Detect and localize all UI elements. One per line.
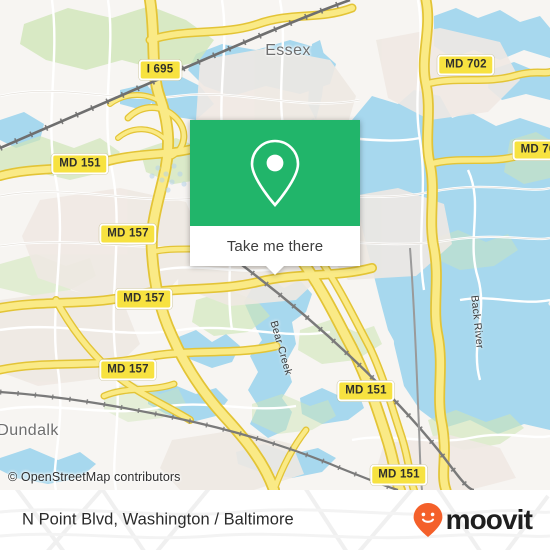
location-title: N Point Blvd, Washington / Baltimore [22,510,294,529]
place-label-dundalk: Dundalk [0,422,59,439]
road-shield-md70-clipped: MD 70 [512,139,550,161]
moovit-wordmark: moovit [445,504,533,535]
map-pin-icon [250,139,300,207]
road-shield-md157-mid: MD 157 [115,288,173,310]
road-shield-md702: MD 702 [437,54,495,76]
moovit-logo[interactable]: moovit [412,502,533,538]
road-shield-md151-upper: MD 151 [51,153,109,175]
road-shield-md157-lower: MD 157 [99,359,157,381]
place-label-essex: Essex [265,42,311,59]
popup-pointer-tail [265,265,285,275]
popup-action-area[interactable]: Take me there [190,226,360,275]
moovit-smiley-pin-icon [413,503,443,537]
road-shield-md151-lower: MD 151 [370,464,428,486]
footer-bar: N Point Blvd, Washington / Baltimore moo… [0,490,550,550]
popup-image-area [190,120,360,226]
road-shield-i695: I 695 [138,59,182,81]
location-popup-card[interactable]: Take me there [190,120,360,275]
map-attribution[interactable]: © OpenStreetMap contributors [8,470,181,484]
take-me-there-button-label: Take me there [226,237,324,255]
map-canvas[interactable]: I 695 MD 702 MD 70 MD 151 MD 157 MD 157 … [0,0,550,490]
road-shield-md157-upper: MD 157 [99,223,157,245]
road-shield-md151-mid: MD 151 [337,380,395,402]
map-screenshot: I 695 MD 702 MD 70 MD 151 MD 157 MD 157 … [0,0,550,550]
